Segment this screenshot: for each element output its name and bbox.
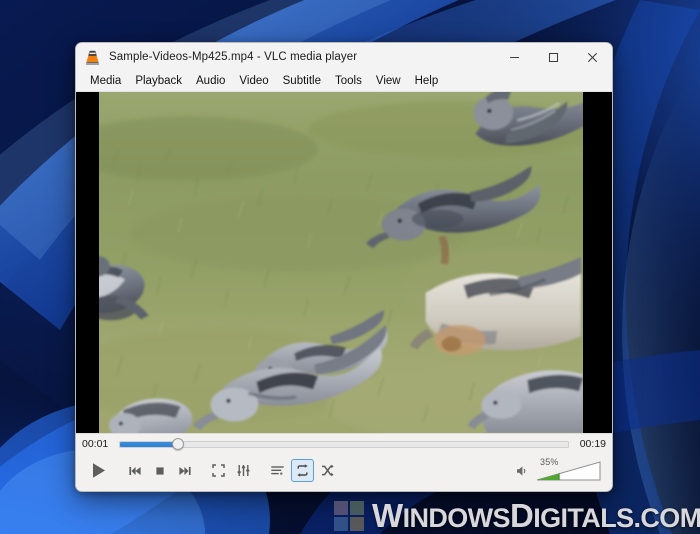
menu-item-subtitle[interactable]: Subtitle <box>276 74 328 88</box>
total-time-label: 00:19 <box>579 438 606 450</box>
window-controls <box>495 43 612 71</box>
video-frame <box>99 92 583 433</box>
menu-item-audio[interactable]: Audio <box>189 74 232 88</box>
stop-icon <box>155 466 164 475</box>
seek-progress-fill <box>120 441 179 447</box>
video-still-pigeons-on-grass <box>99 92 583 433</box>
seek-slider[interactable] <box>119 438 569 450</box>
seek-handle[interactable] <box>172 438 185 450</box>
minimize-icon <box>510 56 519 58</box>
transport-button-row[interactable]: 35% <box>82 454 606 491</box>
view-controls-group <box>207 459 255 482</box>
fullscreen-icon <box>212 464 225 477</box>
watermark-w: W <box>372 497 403 534</box>
vlc-cone-icon <box>85 50 100 65</box>
previous-button[interactable] <box>123 459 146 482</box>
mute-button[interactable] <box>512 461 532 481</box>
fullscreen-button[interactable] <box>207 459 230 482</box>
track-controls-group <box>123 459 196 482</box>
watermark-d: D <box>509 497 534 534</box>
maximize-icon <box>549 52 558 62</box>
play-icon <box>92 463 105 478</box>
menu-item-view[interactable]: View <box>369 74 408 88</box>
loop-button[interactable] <box>291 459 314 482</box>
menu-item-playback[interactable]: Playback <box>128 74 189 88</box>
volume-slider[interactable]: 35% <box>536 457 602 482</box>
menubar[interactable]: Media Playback Audio Video Subtitle Tool… <box>76 71 612 92</box>
volume-wedge-icon <box>536 460 601 480</box>
menu-item-help[interactable]: Help <box>408 74 446 88</box>
speaker-icon <box>517 465 526 476</box>
minimize-button[interactable] <box>495 43 534 71</box>
video-surface[interactable] <box>76 92 612 433</box>
window-title: Sample-Videos-Mp425.mp4 - VLC media play… <box>109 51 358 63</box>
next-track-icon <box>178 466 191 475</box>
elapsed-time-label: 00:01 <box>82 438 109 450</box>
stop-button[interactable] <box>148 459 171 482</box>
menu-item-media[interactable]: Media <box>83 74 128 88</box>
play-button[interactable] <box>82 456 114 486</box>
volume-zone[interactable]: 35% <box>512 457 606 482</box>
close-icon <box>587 52 598 62</box>
watermark-indows: INDOWS <box>402 503 511 533</box>
playlist-icon <box>271 466 284 475</box>
player-controls[interactable]: 00:01 00:19 35% <box>76 433 612 491</box>
watermark: WINDOWSDIGITALS.COM <box>334 497 700 534</box>
shuffle-button[interactable] <box>316 459 339 482</box>
playlist-controls-group <box>266 459 339 482</box>
previous-track-icon <box>128 466 141 475</box>
window-titlebar[interactable]: Sample-Videos-Mp425.mp4 - VLC media play… <box>76 43 612 71</box>
menu-item-video[interactable]: Video <box>232 74 275 88</box>
vlc-media-player-window[interactable]: Sample-Videos-Mp425.mp4 - VLC media play… <box>75 42 613 492</box>
equalizer-icon <box>237 465 250 476</box>
playlist-button[interactable] <box>266 459 289 482</box>
loop-icon <box>297 464 308 477</box>
equalizer-button[interactable] <box>232 459 255 482</box>
menu-item-tools[interactable]: Tools <box>328 74 369 88</box>
maximize-button[interactable] <box>534 43 573 71</box>
close-button[interactable] <box>573 43 612 71</box>
windows-logo-icon <box>334 500 364 531</box>
shuffle-icon <box>322 464 334 477</box>
watermark-text: WINDOWSDIGITALS.COM <box>372 499 700 532</box>
next-button[interactable] <box>173 459 196 482</box>
watermark-igitals: IGITALS.COM <box>533 503 700 533</box>
seek-row[interactable]: 00:01 00:19 <box>82 434 606 454</box>
